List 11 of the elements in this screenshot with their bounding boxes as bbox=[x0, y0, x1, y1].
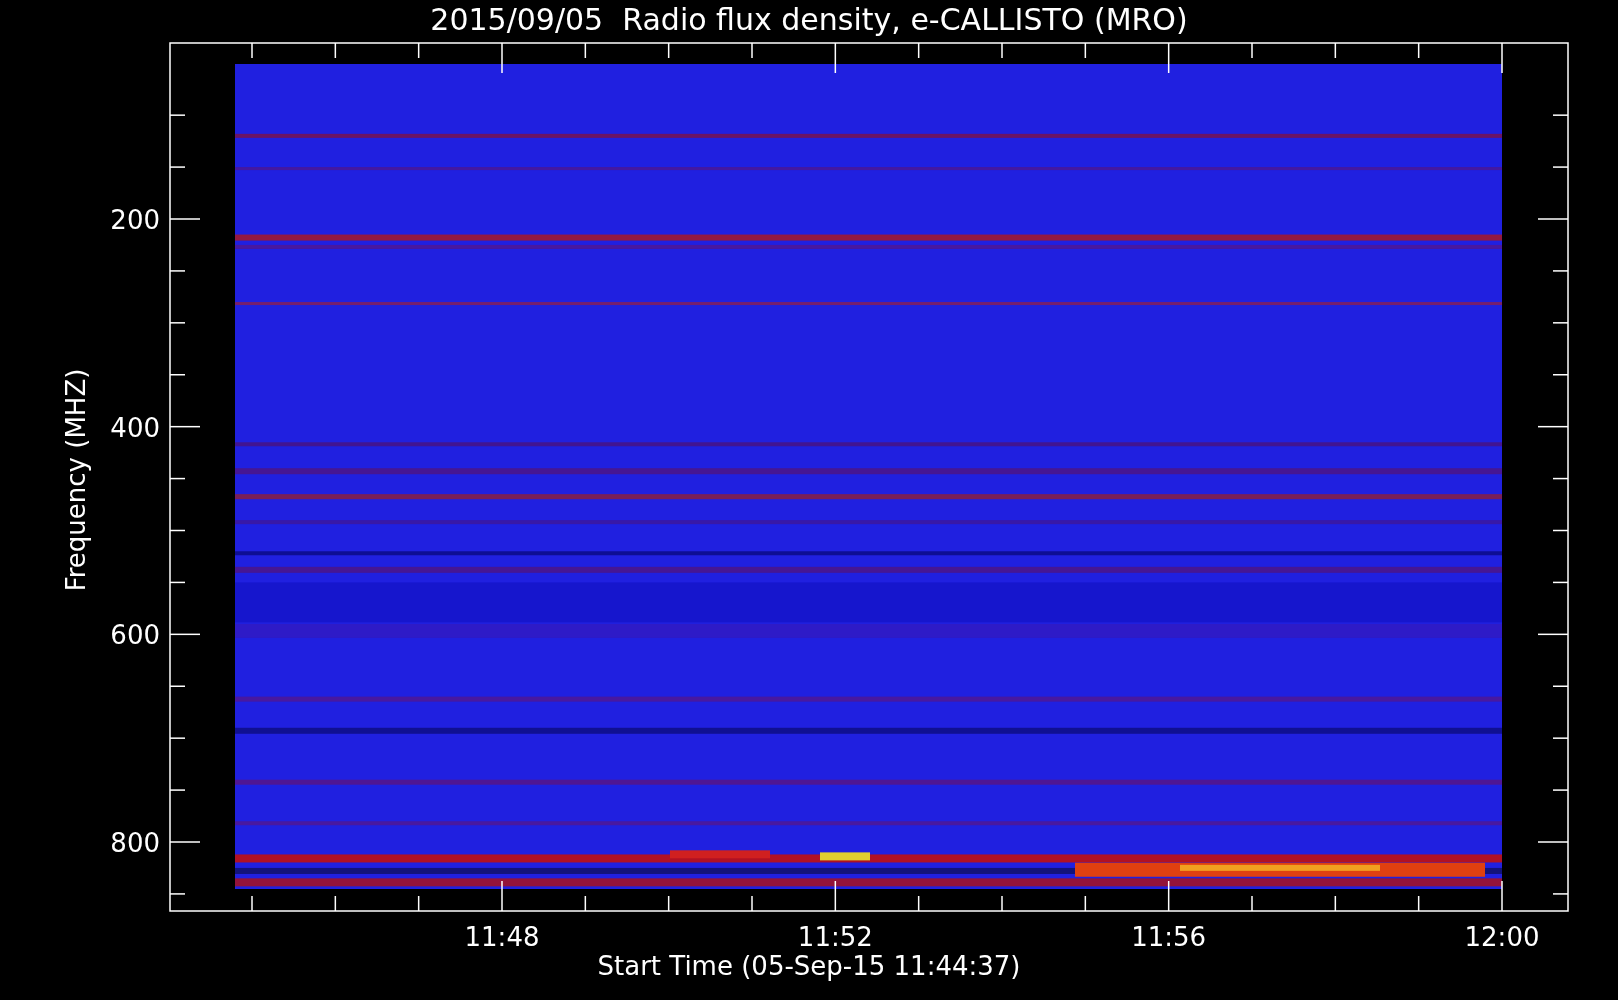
x-tick-label: 11:52 bbox=[797, 922, 873, 952]
x-axis-label: Start Time (05-Sep-15 11:44:37) bbox=[597, 951, 1021, 981]
x-tick-label: 12:00 bbox=[1464, 922, 1540, 952]
x-tick-label: 11:48 bbox=[464, 922, 540, 952]
y-axis-label: Frequency (MHZ) bbox=[61, 368, 91, 592]
y-tick-label: 600 bbox=[110, 620, 160, 651]
y-tick-label: 400 bbox=[110, 412, 160, 443]
y-tick-label: 800 bbox=[110, 828, 160, 858]
x-tick-label: 11:56 bbox=[1131, 922, 1207, 952]
y-tick-label: 200 bbox=[110, 205, 160, 235]
chart-title: 2015/09/05 Radio flux density, e-CALLISTO (MRO) bbox=[430, 2, 1188, 37]
